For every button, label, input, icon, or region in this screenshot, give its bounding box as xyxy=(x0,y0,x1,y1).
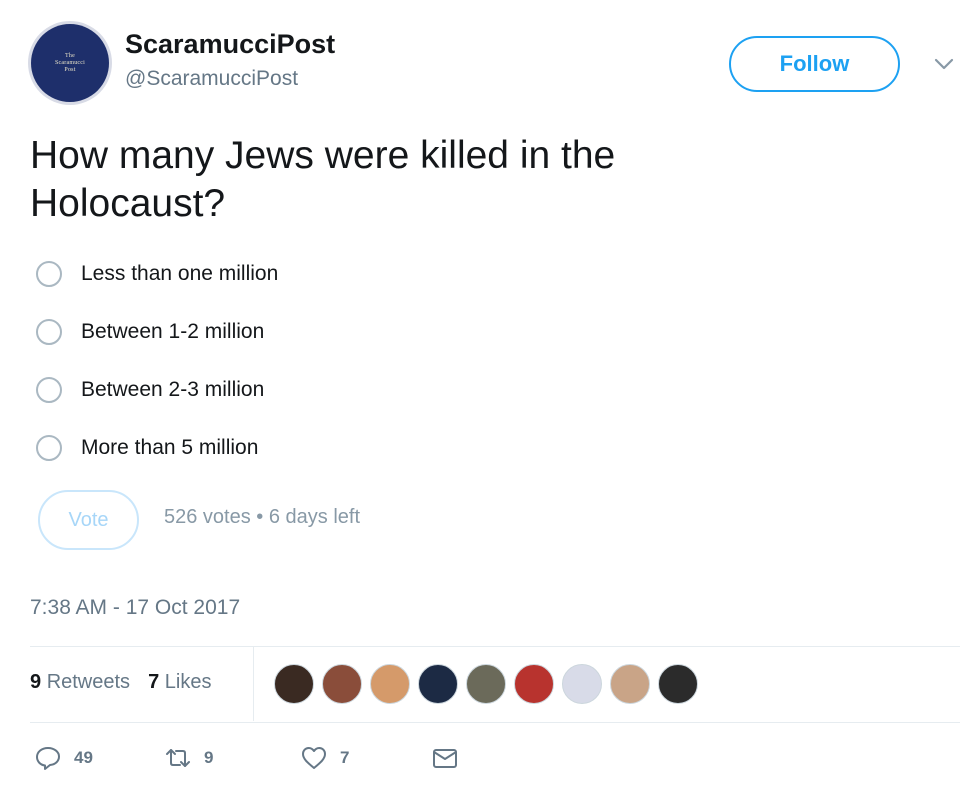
divider xyxy=(30,722,960,723)
poll-option[interactable]: Between 1-2 million xyxy=(36,316,264,348)
liker-avatar[interactable] xyxy=(274,664,314,704)
reply-count: 49 xyxy=(74,748,93,767)
avatar-text-line-2: Scaramucci xyxy=(55,59,85,66)
like-count: 7 xyxy=(340,748,350,767)
avatar-text-line-3: Post xyxy=(64,66,76,73)
liker-avatar[interactable] xyxy=(322,664,362,704)
liker-avatar[interactable] xyxy=(418,664,458,704)
timestamp[interactable]: 7:38 AM - 17 Oct 2017 xyxy=(30,596,240,620)
reply-icon xyxy=(36,747,60,770)
chevron-down-icon[interactable] xyxy=(933,56,955,72)
radio-icon[interactable] xyxy=(36,377,62,403)
poll-option-label: More than 5 million xyxy=(81,436,259,459)
tweet-text: How many Jews were killed in the Holocau… xyxy=(30,134,616,225)
divider xyxy=(253,647,254,721)
radio-icon[interactable] xyxy=(36,261,62,287)
display-name[interactable]: ScaramucciPost xyxy=(125,29,335,60)
liker-avatar[interactable] xyxy=(610,664,650,704)
follow-button[interactable]: Follow xyxy=(729,36,900,92)
radio-icon[interactable] xyxy=(36,319,62,345)
poll-meta: 526 votes • 6 days left xyxy=(164,506,361,528)
retweet-count: 9 xyxy=(204,748,214,767)
engagement-stats: 9 Retweets 7 Likes xyxy=(30,671,211,694)
retweets-stat[interactable]: 9 Retweets xyxy=(30,671,130,694)
avatar[interactable]: The Scaramucci Post xyxy=(31,24,109,102)
poll-option[interactable]: Between 2-3 million xyxy=(36,374,264,406)
like-button[interactable]: 7 xyxy=(300,744,349,772)
likes-count: 7 xyxy=(148,671,160,693)
heart-icon xyxy=(302,747,326,769)
radio-icon[interactable] xyxy=(36,435,62,461)
retweet-button[interactable]: 9 xyxy=(164,744,213,772)
retweet-icon xyxy=(166,749,190,767)
poll-option-label: Between 2-3 million xyxy=(81,378,265,401)
poll-option-label: Less than one million xyxy=(81,262,279,285)
retweets-count: 9 xyxy=(30,671,42,693)
liker-avatar[interactable] xyxy=(658,664,698,704)
screen-name[interactable]: @ScaramucciPost xyxy=(125,67,298,91)
liker-avatar[interactable] xyxy=(562,664,602,704)
vote-button[interactable]: Vote xyxy=(38,490,139,550)
liker-avatar[interactable] xyxy=(370,664,410,704)
likes-stat[interactable]: 7 Likes xyxy=(148,671,211,694)
poll-option[interactable]: More than 5 million xyxy=(36,432,258,464)
liker-avatar[interactable] xyxy=(466,664,506,704)
direct-message-button[interactable] xyxy=(431,744,471,772)
envelope-icon xyxy=(433,749,457,768)
liker-avatars xyxy=(274,664,706,704)
avatar-text-line-1: The xyxy=(65,52,75,59)
liker-avatar[interactable] xyxy=(514,664,554,704)
likes-label: Likes xyxy=(164,671,212,693)
tweet-card: The Scaramucci Post ScaramucciPost @Scar… xyxy=(0,0,980,807)
poll-option-label: Between 1-2 million xyxy=(81,320,265,343)
poll-option[interactable]: Less than one million xyxy=(36,258,278,290)
retweets-label: Retweets xyxy=(46,671,131,693)
divider xyxy=(30,646,960,647)
reply-button[interactable]: 49 xyxy=(34,744,93,772)
